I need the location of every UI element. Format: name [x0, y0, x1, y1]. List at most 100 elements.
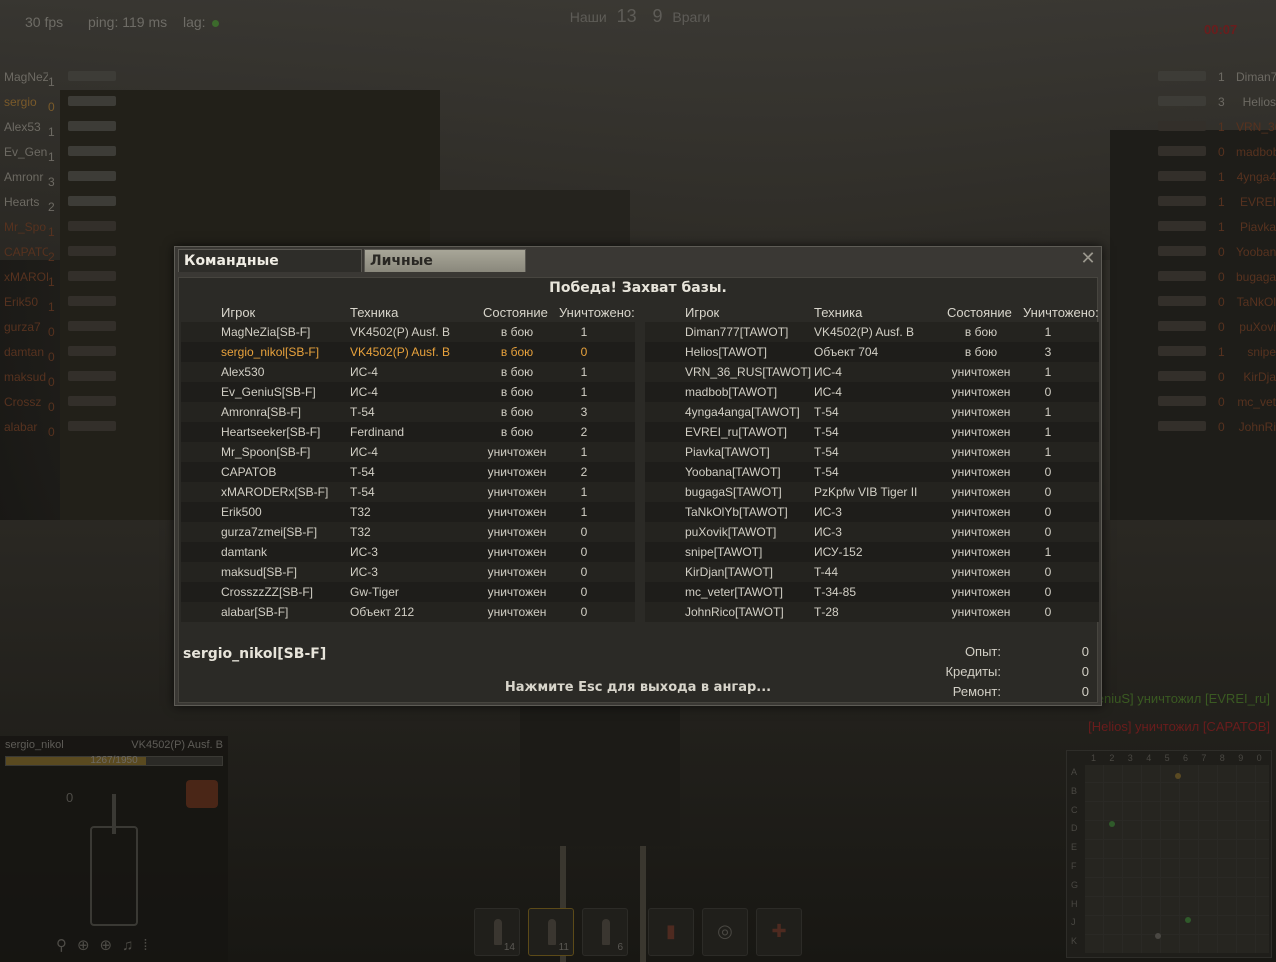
vehicle-cell: PzKpfw VIB Tiger II — [814, 485, 918, 499]
minimap-column-label: 2 — [1109, 753, 1115, 763]
table-row[interactable]: snipe[TAWOT] ИСУ-152 уничтожен 1 — [645, 542, 1099, 562]
minimap[interactable]: 1 2 3 4 5 6 7 8 9 0 ABCDEFGHJK — [1066, 750, 1272, 958]
table-row[interactable]: Diman777[TAWOT] VK4502(P) Ausf. B в бою 1 — [645, 322, 1099, 342]
table-row[interactable]: Mr_Spoon[SB-F] ИС-4 уничтожен 1 — [181, 442, 635, 462]
state-cell: уничтожен — [951, 365, 1011, 379]
tank-icon — [68, 196, 116, 206]
vehicle-cell: ИС-4 — [350, 385, 378, 399]
table-row[interactable]: puXovik[TAWOT] ИС-3 уничтожен 0 — [645, 522, 1099, 542]
kills-cell: 0 — [1044, 465, 1052, 479]
side-player-name: Ev_Gen — [4, 145, 48, 159]
side-player-frags: 1 — [48, 275, 55, 289]
state-cell: уничтожен — [951, 465, 1011, 479]
table-row[interactable]: VRN_36_RUS[TAWOT] ИС-4 уничтожен 1 — [645, 362, 1099, 382]
table-row[interactable]: xMARODERx[SB-F] Т-54 уничтожен 1 — [181, 482, 635, 502]
side-player-name: VRN_36 — [1236, 120, 1276, 134]
tab-personal-achievements[interactable]: Личные достижения — [364, 249, 526, 291]
side-player-name: Alex53 — [4, 120, 41, 134]
table-row[interactable]: Piavka[TAWOT] Т-54 уничтожен 1 — [645, 442, 1099, 462]
side-player-name: bugaga — [1236, 270, 1276, 284]
side-player-frags: 1 — [1218, 70, 1225, 84]
tank-icon — [1158, 246, 1206, 256]
table-row[interactable]: CAPATOB Т-54 уничтожен 2 — [181, 462, 635, 482]
table-row[interactable]: Erik500 T32 уничтожен 1 — [181, 502, 635, 522]
side-player-frags: 1 — [48, 125, 55, 139]
side-player-frags: 0 — [1218, 270, 1225, 284]
player-name-cell: Diman777[TAWOT] — [685, 325, 789, 339]
vehicle-cell: Gw-Tiger — [350, 585, 399, 599]
minimap-row-label: E — [1071, 842, 1078, 853]
side-list-item: Crossz 0 — [4, 393, 134, 418]
side-list-item: 1 snipe — [1148, 343, 1276, 368]
tank-icon — [68, 421, 116, 431]
table-row[interactable]: gurza7zmei[SB-F] T32 уничтожен 0 — [181, 522, 635, 542]
state-cell: уничтожен — [951, 425, 1011, 439]
table-row[interactable]: CrosszzZZ[SB-F] Gw-Tiger уничтожен 0 — [181, 582, 635, 602]
table-row[interactable]: damtank ИС-3 уничтожен 0 — [181, 542, 635, 562]
vehicle-cell: Т-54 — [814, 465, 839, 479]
table-row[interactable]: TaNkOlYb[TAWOT] ИС-3 уничтожен 0 — [645, 502, 1099, 522]
table-row[interactable]: bugagaS[TAWOT] PzKpfw VIB Tiger II уничтож… — [645, 482, 1099, 502]
state-cell: в бою — [500, 405, 534, 419]
state-cell: в бою — [500, 425, 534, 439]
vehicle-cell: Т-54 — [350, 465, 375, 479]
player-name-cell: Alex530 — [221, 365, 265, 379]
repair-kit-slot[interactable]: ◎ — [702, 908, 748, 956]
side-player-name: Yooban — [1236, 245, 1276, 259]
table-row[interactable]: sergio_nikol[SB-F] VK4502(P) Ausf. B в бою… — [181, 342, 635, 362]
state-cell: уничтожен — [487, 445, 547, 459]
module-icons: ⚲⊕⊕♫⁞ — [56, 937, 158, 954]
kills-cell: 1 — [580, 325, 588, 339]
table-row[interactable]: madbob[TAWOT] ИС-4 уничтожен 0 — [645, 382, 1099, 402]
ammo-slot-apcr[interactable]: 11 — [528, 908, 574, 956]
shell-icon — [494, 919, 502, 945]
table-row[interactable]: Amronra[SB-F] Т-54 в бою 3 — [181, 402, 635, 422]
tank-icon — [1158, 221, 1206, 231]
table-row[interactable]: mc_veter[TAWOT] Т-34-85 уничтожен 0 — [645, 582, 1099, 602]
vehicle-cell: ИС-4 — [814, 385, 842, 399]
table-row[interactable]: Heartseeker[SB-F] Ferdinand в бою 2 — [181, 422, 635, 442]
tank-icon — [68, 396, 116, 406]
table-row[interactable]: EVREI_ru[TAWOT] Т-54 уничтожен 1 — [645, 422, 1099, 442]
state-cell: уничтожен — [487, 465, 547, 479]
side-player-name: CAPATO — [4, 245, 48, 259]
side-list-item: 0 TaNkOl — [1148, 293, 1276, 318]
table-row[interactable]: Yoobana[TAWOT] Т-54 уничтожен 0 — [645, 462, 1099, 482]
side-player-name: xMAROD — [4, 270, 48, 284]
table-header: Игрок Техника Состояние Уничтожено: — [181, 304, 635, 322]
table-row[interactable]: alabar[SB-F] Объект 212 уничтожен 0 — [181, 602, 635, 622]
kills-cell: 1 — [1044, 325, 1052, 339]
ammo-slot-ap[interactable]: 14 — [474, 908, 520, 956]
table-row[interactable]: maksud[SB-F] ИС-3 уничтожен 0 — [181, 562, 635, 582]
side-player-frags: 0 — [1218, 245, 1225, 259]
tank-icon — [1158, 146, 1206, 156]
table-row[interactable]: Alex530 ИС-4 в бою 1 — [181, 362, 635, 382]
repair-icon[interactable] — [186, 780, 218, 808]
close-button[interactable]: ✕ — [1079, 249, 1097, 268]
table-row[interactable]: KirDjan[TAWOT] T-44 уничтожен 0 — [645, 562, 1099, 582]
first-aid-slot[interactable]: ✚ — [756, 908, 802, 956]
player-name-cell: TaNkOlYb[TAWOT] — [685, 505, 788, 519]
state-cell: уничтожен — [951, 545, 1011, 559]
side-player-name: damtan — [4, 345, 45, 359]
table-row[interactable]: 4ynga4anga[TAWOT] Т-54 уничтожен 1 — [645, 402, 1099, 422]
tab-team-achievements[interactable]: Командные достижения — [178, 249, 362, 291]
side-player-frags: 1 — [48, 75, 55, 89]
side-list-item: Alex53 1 — [4, 118, 134, 143]
state-cell: уничтожен — [487, 585, 547, 599]
vehicle-cell: ИС-3 — [350, 545, 378, 559]
health-text: 1267/1950 — [90, 755, 138, 766]
minimap-column-label: 4 — [1146, 753, 1152, 763]
fire-extinguisher-slot[interactable]: ▮ — [648, 908, 694, 956]
side-player-frags: 3 — [1218, 95, 1225, 109]
ammo-slot-he[interactable]: 6 — [582, 908, 628, 956]
player-name-cell: sergio_nikol[SB-F] — [221, 345, 320, 359]
kills-cell: 3 — [580, 405, 588, 419]
table-row[interactable]: JohnRico[TAWOT] Т-28 уничтожен 0 — [645, 602, 1099, 622]
table-row[interactable]: Helios[TAWOT] Объект 704 в бою 3 — [645, 342, 1099, 362]
table-row[interactable]: MagNeZia[SB-F] VK4502(P) Ausf. B в бою 1 — [181, 322, 635, 342]
table-row[interactable]: Ev_GeniuS[SB-F] ИС-4 в бою 1 — [181, 382, 635, 402]
vehicle-name-label: VK4502(P) Ausf. B — [131, 739, 223, 751]
fire-extinguisher-icon: ▮ — [666, 921, 676, 941]
tank-icon — [1158, 371, 1206, 381]
